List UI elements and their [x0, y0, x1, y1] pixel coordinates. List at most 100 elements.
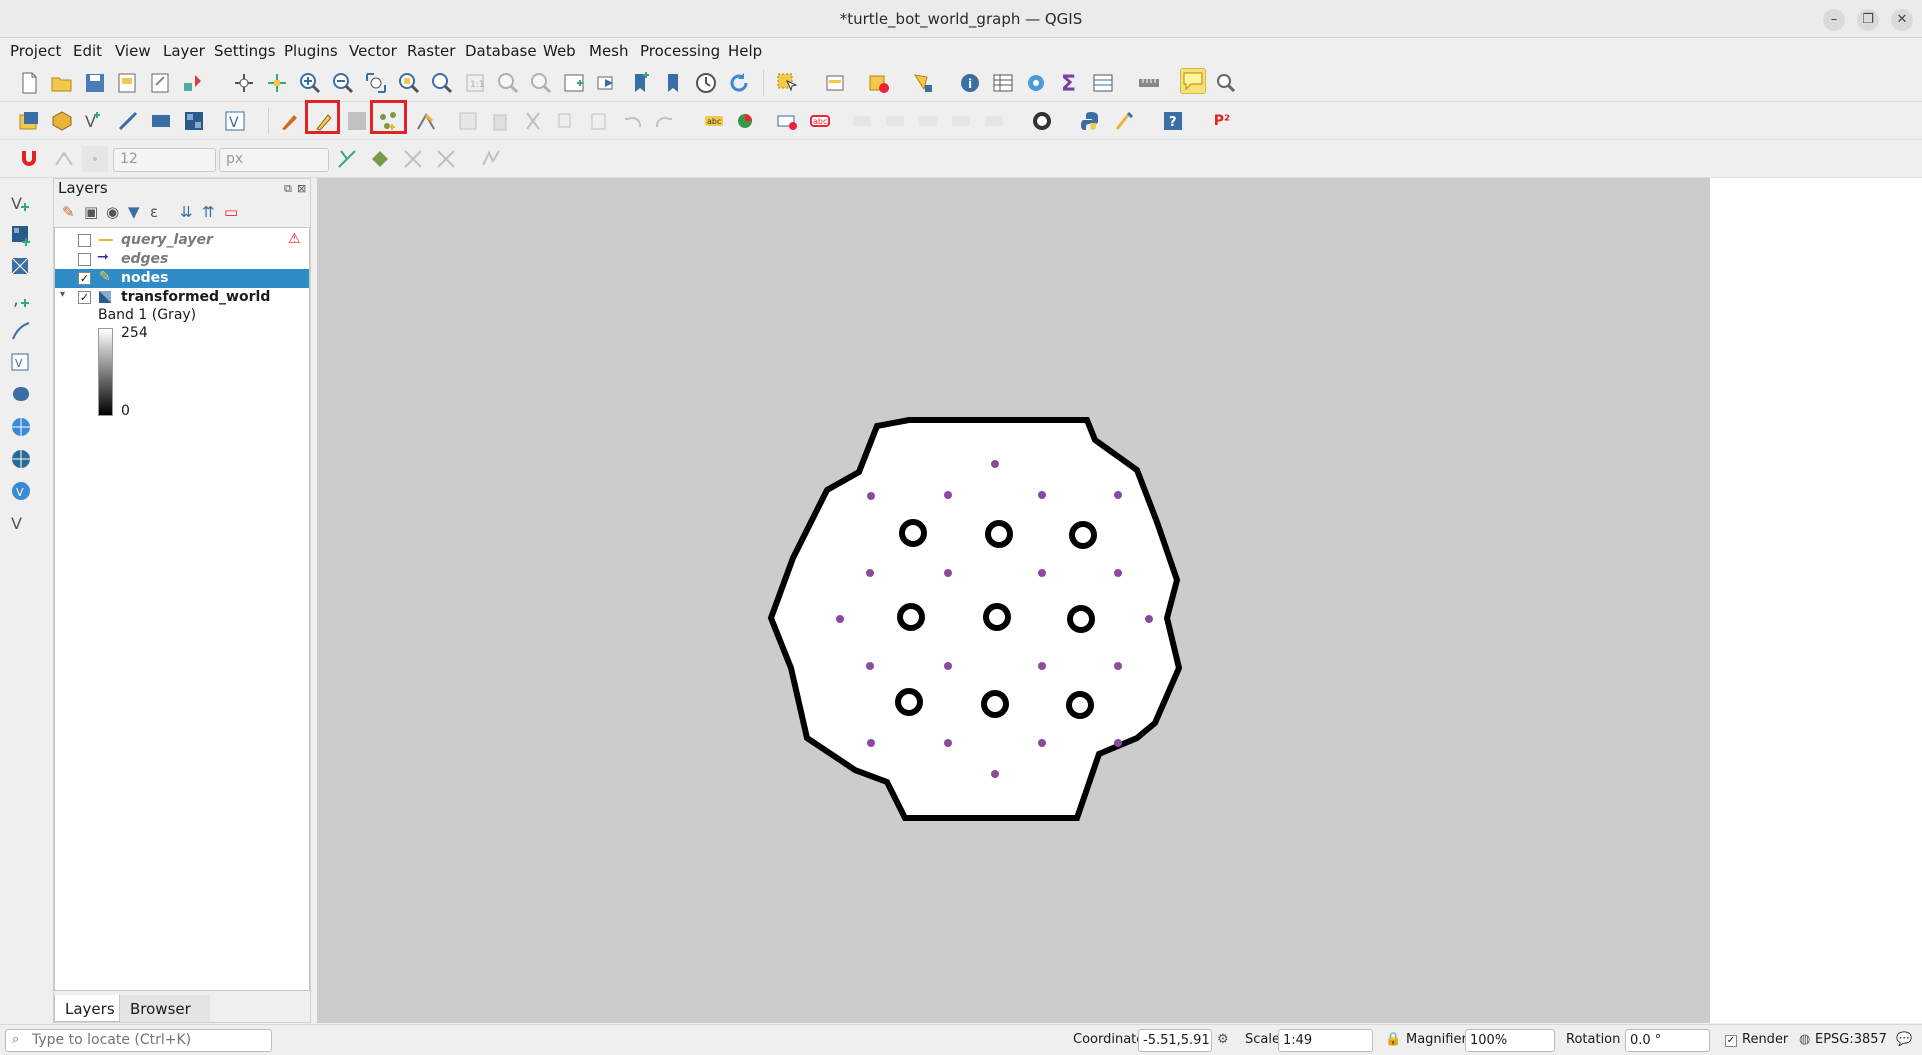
node-point[interactable]	[1114, 739, 1122, 747]
filter-expression-icon[interactable]: ε	[150, 203, 158, 221]
remove-layer-icon[interactable]: ▭	[224, 203, 238, 221]
collapse-all-icon[interactable]: ⇈	[202, 203, 215, 221]
scale-select[interactable]: 1:49	[1278, 1029, 1373, 1052]
pin-unpin-labels-icon[interactable]	[774, 108, 800, 134]
snapping-tolerance-input[interactable]: 12	[113, 148, 216, 172]
menu-processing[interactable]: Processing	[640, 42, 720, 60]
crs-globe-icon[interactable]: ◍	[1799, 1032, 1810, 1047]
menu-vector[interactable]: Vector	[349, 42, 397, 60]
add-raster-layer-icon[interactable]	[181, 108, 207, 134]
close-button[interactable]: ✕	[1891, 9, 1913, 31]
snapping-magnet-icon[interactable]	[16, 146, 42, 172]
save-edits-icon[interactable]	[344, 108, 370, 134]
snapping-type-icon[interactable]	[82, 146, 108, 172]
coordinate-field[interactable]: -5.51,5.91	[1138, 1029, 1212, 1052]
magnifier-spinbox[interactable]: 100%	[1465, 1029, 1555, 1052]
new-spatial-bookmark-icon[interactable]	[627, 70, 653, 96]
new-virtual-layer-icon[interactable]	[148, 108, 174, 134]
menu-view[interactable]: View	[115, 42, 151, 60]
new-temp-scratch-layer-icon[interactable]	[115, 108, 141, 134]
python-console-icon[interactable]	[1078, 108, 1104, 134]
new-map-view-icon[interactable]	[561, 70, 587, 96]
field-calculator-icon[interactable]	[1090, 70, 1116, 96]
node-point[interactable]	[1114, 569, 1122, 577]
undo-icon[interactable]	[619, 108, 645, 134]
open-project-icon[interactable]	[49, 70, 75, 96]
menu-settings[interactable]: Settings	[214, 42, 276, 60]
move-label-icon[interactable]	[849, 108, 875, 134]
layer-visibility-checkbox[interactable]: ✓	[78, 272, 91, 285]
vertex-tool-icon[interactable]	[413, 108, 439, 134]
minimize-button[interactable]: –	[1823, 9, 1845, 31]
menu-layer[interactable]: Layer	[163, 42, 205, 60]
map-canvas[interactable]	[317, 178, 1710, 1023]
refresh-icon[interactable]	[726, 70, 752, 96]
add-spatialite-icon[interactable]	[8, 318, 34, 344]
menu-project[interactable]: Project	[10, 42, 61, 60]
snapping-intersection-icon[interactable]	[367, 146, 393, 172]
identify-features-icon[interactable]: i	[957, 70, 983, 96]
tracing-icon[interactable]	[400, 146, 426, 172]
zoom-next-icon[interactable]	[528, 70, 554, 96]
add-delimited-text-icon[interactable]: ,	[8, 286, 34, 312]
menu-plugins[interactable]: Plugins	[284, 42, 338, 60]
node-point[interactable]	[991, 770, 999, 778]
locator-input[interactable]: Type to locate (Ctrl+K)	[5, 1029, 272, 1052]
select-by-location-icon[interactable]	[910, 70, 936, 96]
self-snapping-icon[interactable]	[433, 146, 459, 172]
add-wms-icon[interactable]	[8, 414, 34, 440]
redo-icon[interactable]	[652, 108, 678, 134]
pan-to-selection-icon[interactable]	[264, 70, 290, 96]
style-manager-icon[interactable]	[180, 70, 206, 96]
pan-map-icon[interactable]	[231, 70, 257, 96]
panel-close-icon[interactable]: ⊠	[297, 182, 306, 195]
cut-features-icon[interactable]	[520, 108, 546, 134]
menu-raster[interactable]: Raster	[407, 42, 455, 60]
layer-diagram-icon[interactable]	[734, 108, 760, 134]
copy-features-icon[interactable]	[553, 108, 579, 134]
tab-layers[interactable]: Layers	[54, 995, 120, 1022]
node-point[interactable]	[1114, 491, 1122, 499]
lock-scale-icon[interactable]: 🔒	[1385, 1032, 1401, 1047]
menu-database[interactable]: Database	[465, 42, 537, 60]
layer-labeling-icon[interactable]: abc	[701, 108, 727, 134]
add-vector-tile-icon[interactable]: V	[8, 510, 34, 536]
new-geopackage-layer-icon[interactable]	[49, 108, 75, 134]
menu-web[interactable]: Web	[543, 42, 576, 60]
node-point[interactable]	[1038, 662, 1046, 670]
add-vector-layer-icon[interactable]: V	[222, 108, 248, 134]
add-mesh-icon[interactable]	[8, 254, 34, 280]
node-point[interactable]	[1038, 739, 1046, 747]
topological-editing-icon[interactable]	[334, 146, 360, 172]
add-postgis-icon[interactable]	[8, 382, 34, 408]
temporal-controller-icon[interactable]	[693, 70, 719, 96]
layer-row-edges[interactable]: ➞ edges	[55, 249, 309, 269]
change-label-icon[interactable]	[948, 108, 974, 134]
open-attribute-table-icon[interactable]	[990, 70, 1016, 96]
filter-legend-icon[interactable]: ▼	[128, 203, 140, 221]
add-wfs-icon[interactable]: V	[8, 478, 34, 504]
menu-mesh[interactable]: Mesh	[589, 42, 629, 60]
plugin-tool-icon[interactable]	[1111, 108, 1137, 134]
node-point[interactable]	[944, 662, 952, 670]
node-point[interactable]	[944, 739, 952, 747]
add-wcs-icon[interactable]	[8, 446, 34, 472]
zoom-last-icon[interactable]	[495, 70, 521, 96]
layout-manager-icon[interactable]	[147, 70, 173, 96]
zoom-to-layer-icon[interactable]	[429, 70, 455, 96]
toggle-extents-icon[interactable]: ⚙	[1217, 1032, 1229, 1047]
panel-float-icon[interactable]: ⧉	[284, 182, 292, 196]
manage-visibility-icon[interactable]: ◉	[106, 203, 119, 221]
add-vector-icon[interactable]: V	[8, 190, 34, 216]
select-by-value-icon[interactable]	[823, 70, 849, 96]
snapping-unit-select[interactable]: px	[219, 148, 329, 172]
tab-browser[interactable]: Browser	[120, 995, 210, 1022]
select-features-icon[interactable]	[774, 70, 800, 96]
snapping-options-icon[interactable]	[478, 146, 504, 172]
label-properties-icon[interactable]	[981, 108, 1007, 134]
map-tips-icon[interactable]	[1180, 68, 1206, 94]
plugin-globe-icon[interactable]	[1029, 108, 1055, 134]
render-checkbox[interactable]: ✓	[1725, 1035, 1737, 1047]
node-point[interactable]	[1145, 615, 1153, 623]
layer-row-nodes[interactable]: ✓ ✎ nodes	[55, 269, 309, 288]
